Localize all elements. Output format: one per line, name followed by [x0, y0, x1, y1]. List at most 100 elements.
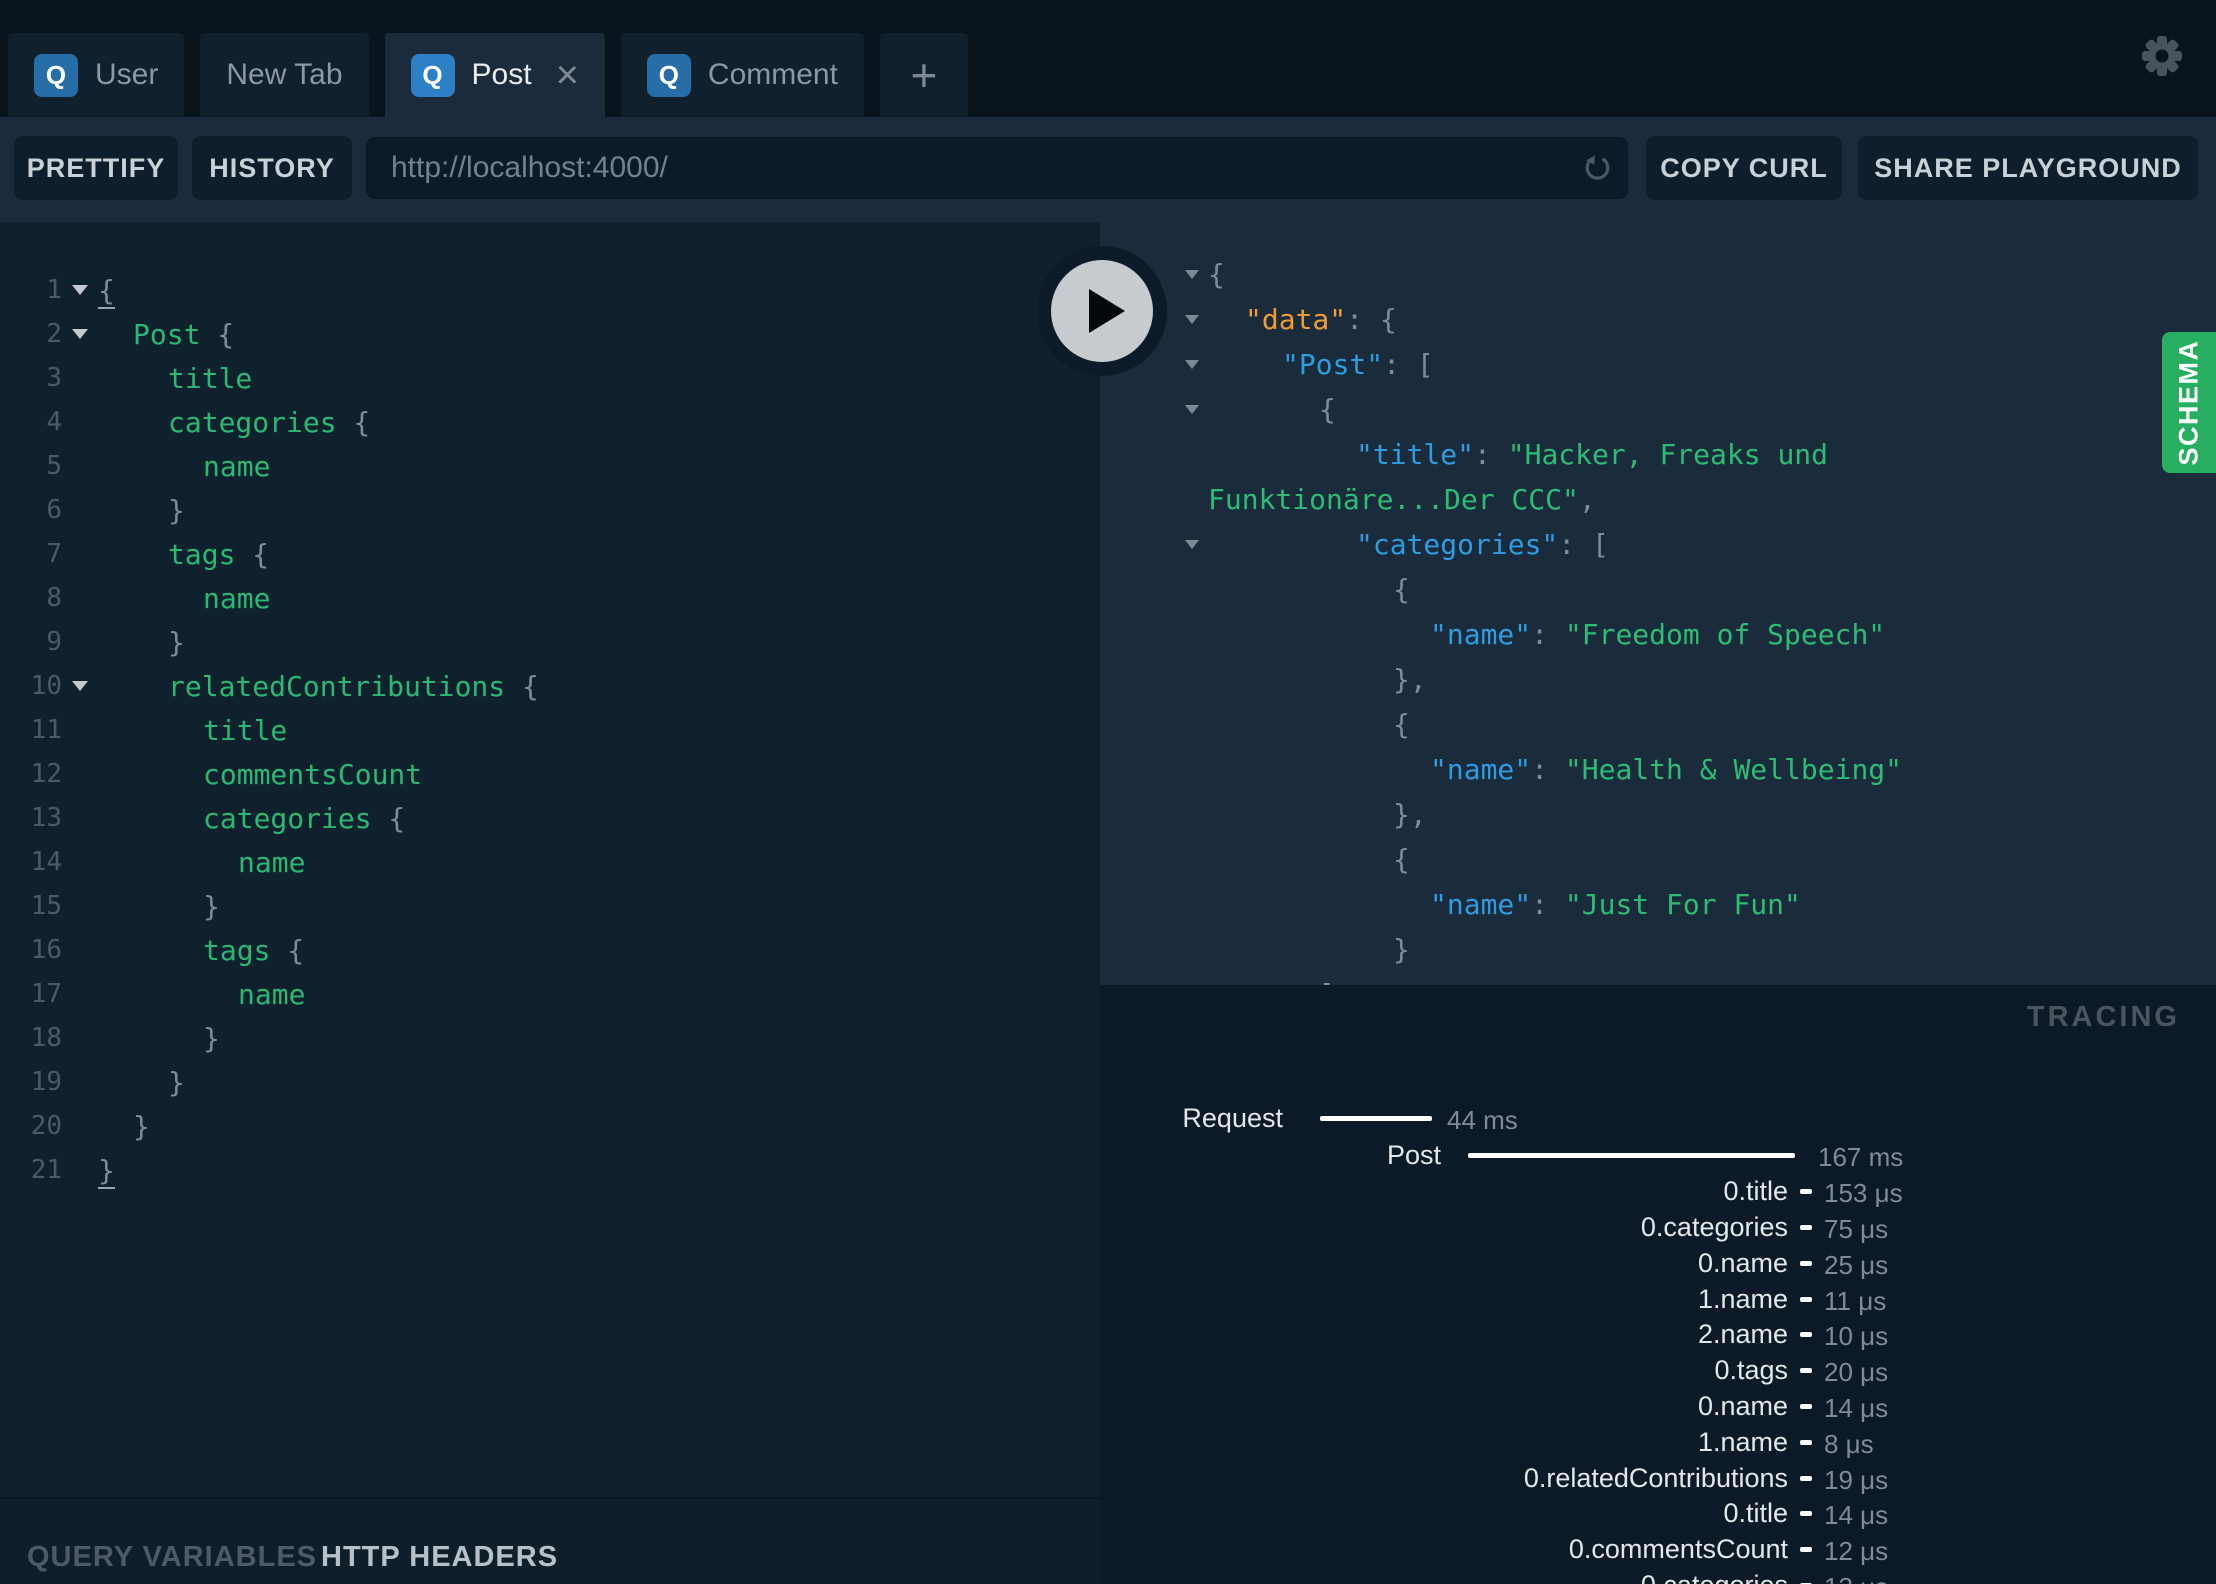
code-token: name	[238, 977, 306, 1011]
tab-post[interactable]: Q Post ×	[384, 33, 605, 117]
response-line: {	[1100, 567, 2216, 612]
json-token: "categories"	[1356, 528, 1559, 561]
json-text: },	[1208, 798, 1427, 831]
tracing-span-label: 1.name	[1697, 1284, 1788, 1314]
tracing-duration-bar	[1320, 1116, 1432, 1121]
code-token: tags	[203, 933, 271, 967]
share-playground-button[interactable]: SHARE PLAYGROUND	[1858, 136, 2198, 200]
endpoint-url-input[interactable]	[367, 138, 1627, 198]
editor-line[interactable]: 11 title	[0, 708, 1100, 752]
json-text: {	[1208, 843, 1410, 876]
tracing-span-label: 0.tags	[1714, 1355, 1788, 1385]
editor-line[interactable]: 3 title	[0, 356, 1100, 400]
code-text: }	[98, 890, 220, 923]
http-headers-tab[interactable]: HTTP HEADERS	[321, 1541, 558, 1574]
editor-line[interactable]: 16 tags {	[0, 928, 1100, 972]
editor-line[interactable]: 10 relatedContributions {	[0, 664, 1100, 708]
json-text: "name": "Health & Wellbeing"	[1208, 753, 1902, 786]
history-button[interactable]: HISTORY	[192, 136, 352, 200]
collapse-arrow-icon[interactable]	[1185, 315, 1208, 324]
editor-line[interactable]: 12 commentsCount	[0, 752, 1100, 796]
tracing-panel: TRACING Request 44 ms Post 167 ms 0.title 153…	[1100, 985, 2216, 1584]
json-token: "name"	[1430, 888, 1532, 921]
json-text: {	[1208, 708, 1410, 741]
tracing-duration-bar	[1800, 1368, 1812, 1373]
collapse-arrow-icon[interactable]	[1185, 405, 1208, 414]
fold-arrow-icon[interactable]	[62, 285, 98, 295]
query-editor[interactable]: 1{2 Post {3 title 4 categories {5 name 6} 7 tags…	[0, 222, 1100, 1497]
editor-line[interactable]: 5 name	[0, 444, 1100, 488]
tracing-span-label: 0.relatedContributions	[1523, 1463, 1788, 1493]
editor-line[interactable]: 2 Post {	[0, 312, 1100, 356]
query-variables-tab[interactable]: QUERY VARIABLES	[27, 1541, 317, 1574]
editor-line[interactable]: 17 name	[0, 972, 1100, 1016]
editor-line[interactable]: 4 categories {	[0, 400, 1100, 444]
tracing-row: 2.name 10 μs	[1100, 1319, 2216, 1351]
code-text: commentsCount	[98, 758, 422, 791]
editor-line[interactable]: 8 name	[0, 576, 1100, 620]
tracing-span-label: 1.name	[1697, 1427, 1788, 1457]
collapse-arrow-icon[interactable]	[1185, 540, 1208, 549]
json-token: :	[1474, 438, 1508, 471]
code-text: name	[98, 978, 305, 1011]
tracing-row: 0.categories 13 μs	[1100, 1570, 2216, 1584]
line-number: 12	[30, 759, 62, 789]
json-token: {	[1393, 573, 1410, 606]
editor-line[interactable]: 6}	[0, 488, 1100, 532]
code-token: title	[203, 713, 288, 747]
schema-tab[interactable]: SCHEMA	[2162, 332, 2216, 473]
tracing-span-label: 0.name	[1697, 1391, 1788, 1421]
json-text: },	[1208, 663, 1427, 696]
tracing-duration-value: 25 μs	[1824, 1250, 1889, 1280]
editor-bottom-bar: QUERY VARIABLES HTTP HEADERS	[0, 1497, 1100, 1584]
tracing-duration-value: 8 μs	[1824, 1429, 1874, 1459]
tracing-duration-bar	[1468, 1153, 1795, 1158]
code-token: commentsCount	[203, 757, 423, 791]
tracing-row: Request 44 ms	[1100, 1103, 2216, 1135]
editor-line[interactable]: 19}	[0, 1060, 1100, 1104]
collapse-arrow-icon[interactable]	[1185, 360, 1208, 369]
fold-arrow-icon[interactable]	[62, 329, 98, 339]
prettify-button[interactable]: PRETTIFY	[14, 136, 178, 200]
settings-gear-icon[interactable]	[2138, 32, 2186, 80]
tab-new-tab[interactable]: New Tab	[200, 33, 369, 117]
json-token: "Health & Wellbeing"	[1564, 753, 1903, 786]
editor-line[interactable]: 18}	[0, 1016, 1100, 1060]
code-token: name	[238, 845, 306, 879]
new-tab-button[interactable]: +	[879, 33, 968, 117]
tab-label: New Tab	[226, 58, 343, 91]
tracing-duration-value: 44 ms	[1447, 1105, 1518, 1135]
line-number: 8	[46, 583, 62, 613]
reload-schema-icon[interactable]	[1581, 153, 1613, 185]
json-token: : [	[1383, 348, 1434, 381]
editor-line[interactable]: 13 categories {	[0, 796, 1100, 840]
code-text: }	[98, 1022, 220, 1055]
code-token: }	[203, 1021, 220, 1055]
tab-label: Post	[471, 58, 532, 91]
code-token: {	[336, 405, 371, 439]
close-tab-icon[interactable]: ×	[556, 55, 579, 95]
editor-line[interactable]: 1{	[0, 268, 1100, 312]
editor-line[interactable]: 15}	[0, 884, 1100, 928]
tracing-row: 0.commentsCount 12 μs	[1100, 1534, 2216, 1566]
tab-comment[interactable]: Q Comment	[620, 33, 864, 117]
chevron-down-icon	[72, 329, 88, 339]
copy-curl-button[interactable]: COPY CURL	[1646, 136, 1842, 200]
json-token: "Freedom of Speech"	[1564, 618, 1886, 651]
execute-query-button[interactable]	[1037, 246, 1167, 376]
tracing-row: 0.title 14 μs	[1100, 1498, 2216, 1530]
editor-line[interactable]: 21}	[0, 1148, 1100, 1192]
json-token: : {	[1346, 303, 1397, 336]
line-number: 9	[46, 627, 62, 657]
fold-arrow-icon[interactable]	[62, 681, 98, 691]
tab-bar: Q User New Tab Q Post × Q Comment +	[0, 0, 2216, 117]
collapse-arrow-icon[interactable]	[1185, 270, 1208, 279]
tab-user[interactable]: Q User	[8, 33, 185, 117]
editor-line[interactable]: 20}	[0, 1104, 1100, 1148]
tracing-span-label: 0.categories	[1640, 1212, 1788, 1242]
line-number: 17	[30, 979, 62, 1009]
editor-line[interactable]: 9}	[0, 620, 1100, 664]
tracing-span-label: 2.name	[1697, 1319, 1788, 1349]
editor-line[interactable]: 14 name	[0, 840, 1100, 884]
editor-line[interactable]: 7 tags {	[0, 532, 1100, 576]
